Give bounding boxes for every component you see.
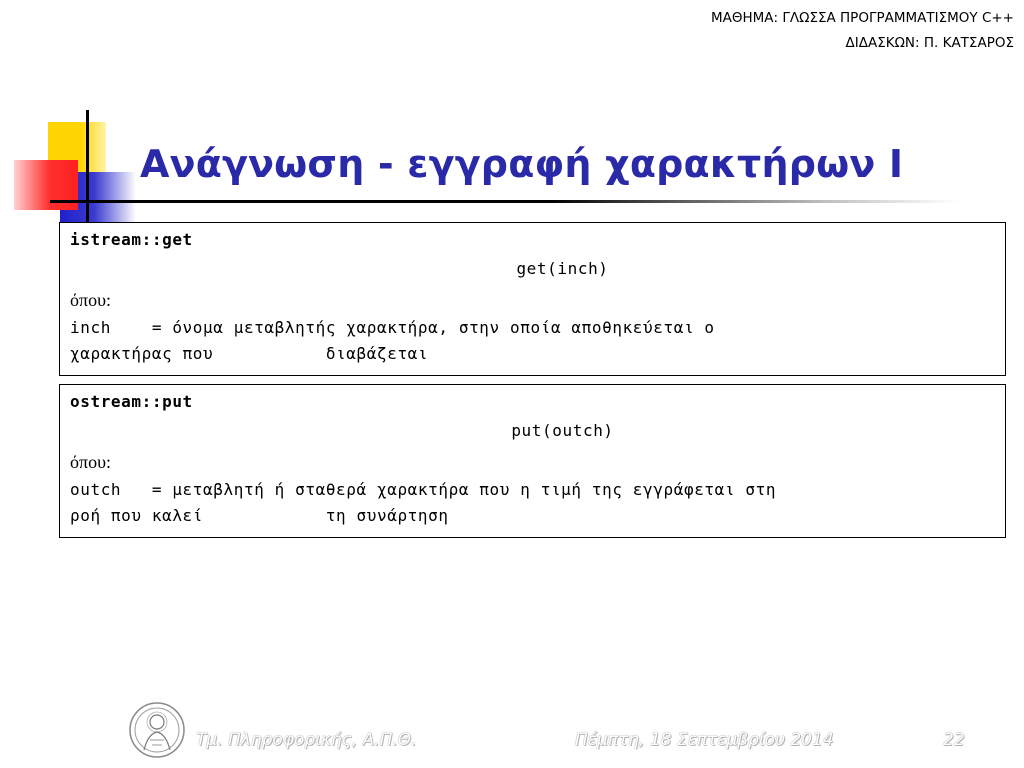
footer-date: Πέμπτη, 18 Σεπτεμβρίου 2014 <box>575 730 834 750</box>
function-name: istream::get <box>70 230 193 249</box>
where-label: όπου: <box>70 452 112 472</box>
parameter-description: inch = όνομα μεταβλητής χαρακτήρα, στην … <box>70 318 715 363</box>
function-box-get: istream::get get(inch) όπου: inch = όνομ… <box>59 222 1006 376</box>
footer-department: Τμ. Πληροφορικής, Α.Π.Θ. <box>196 730 417 750</box>
course-label: ΜΑΘΗΜΑ: ΓΛΩΣΣΑ ΠΡΟΓΡΑΜΜΑΤΙΣΜΟΥ C++ <box>710 10 1014 26</box>
parameter-description: outch = μεταβλητή ή σταθερά χαρακτήρα πο… <box>70 480 777 525</box>
where-label: όπου: <box>70 290 112 310</box>
function-name: ostream::put <box>70 392 193 411</box>
instructor-label: ΔΙΔΑΣΚΩΝ: Π. ΚΑΤΣΑΡΟΣ <box>845 35 1014 51</box>
slide-title: Ανάγνωση - εγγραφή χαρακτήρων Ι <box>140 142 904 186</box>
decor-vertical-line <box>86 110 89 226</box>
university-seal-icon <box>129 702 185 758</box>
title-underline <box>50 200 960 203</box>
function-signature: get(inch) <box>516 259 609 278</box>
slide-header: ΜΑΘΗΜΑ: ΓΛΩΣΣΑ ΠΡΟΓΡΑΜΜΑΤΙΣΜΟΥ C++ ΔΙΔΑΣ… <box>711 6 1014 56</box>
page-number: 22 <box>943 730 965 750</box>
function-signature: put(outch) <box>511 421 614 440</box>
function-box-put: ostream::put put(outch) όπου: outch = με… <box>59 384 1006 538</box>
